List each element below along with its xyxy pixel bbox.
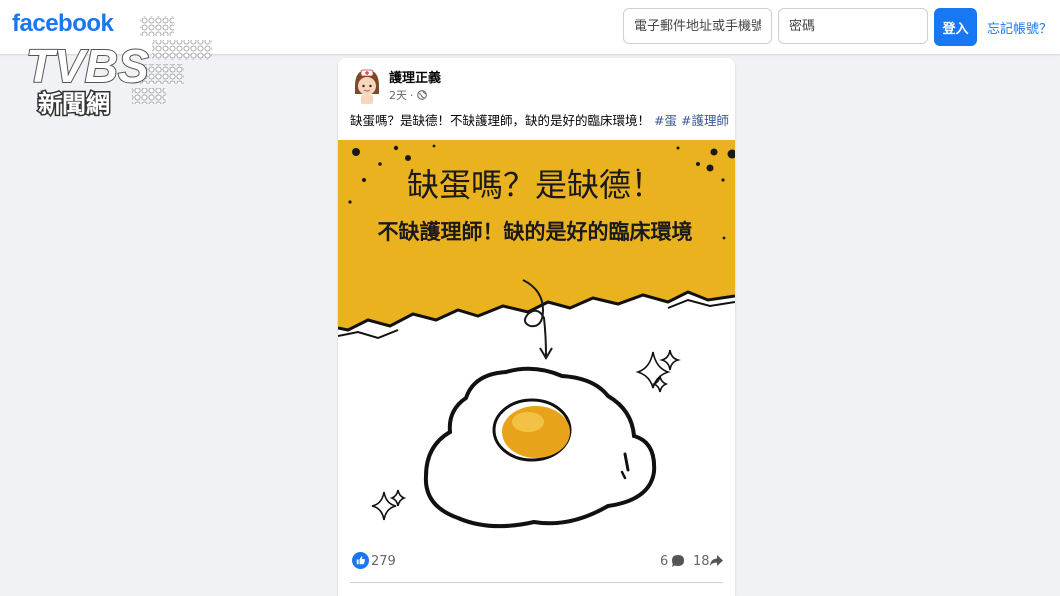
post-stats: 279 6 18	[338, 550, 735, 574]
post-card: 護理正義 2天 · 缺蛋嗎？是缺德！不缺護理師，缺的是好的臨床環境！ #蛋 #護…	[338, 58, 735, 596]
tvbs-wordmark: TVBS	[26, 40, 149, 92]
tvbs-news-logo: TVBS 新聞網	[25, 16, 212, 120]
post-image[interactable]: 缺蛋嗎？是缺德！ 不缺護理師！缺的是好的臨床環境	[338, 140, 735, 540]
comment-icon	[672, 555, 684, 567]
hashtag-nurse[interactable]: #護理師	[681, 113, 729, 128]
login-button[interactable]: 登入	[934, 8, 977, 46]
email-field[interactable]	[623, 8, 772, 44]
image-subheadline: 不缺護理師！缺的是好的臨床環境	[378, 220, 693, 244]
like-count[interactable]: 279	[371, 554, 396, 569]
share-count[interactable]: 18	[693, 554, 710, 569]
hashtag-egg[interactable]: #蛋	[654, 113, 677, 128]
comment-count[interactable]: 6	[660, 554, 668, 569]
post-meta: 2天 ·	[389, 87, 427, 103]
globe-icon	[416, 90, 427, 100]
tvbs-subtitle: 新聞網	[38, 90, 110, 118]
page-avatar[interactable]	[350, 66, 384, 106]
page-name[interactable]: 護理正義	[389, 67, 441, 86]
forgot-account-link[interactable]: 忘記帳號？	[987, 18, 1052, 37]
stats-divider	[350, 582, 723, 583]
image-headline: 缺蛋嗎？是缺德！	[407, 166, 663, 204]
meta-separator: ·	[410, 88, 414, 102]
post-caption: 缺蛋嗎？是缺德！不缺護理師，缺的是好的臨床環境！ #蛋 #護理師	[350, 110, 729, 129]
post-time[interactable]: 2天	[389, 87, 407, 103]
password-field[interactable]	[778, 8, 928, 44]
like-icon[interactable]	[352, 552, 369, 569]
share-icon	[710, 555, 723, 566]
caption-text: 缺蛋嗎？是缺德！不缺護理師，缺的是好的臨床環境！	[350, 113, 651, 128]
